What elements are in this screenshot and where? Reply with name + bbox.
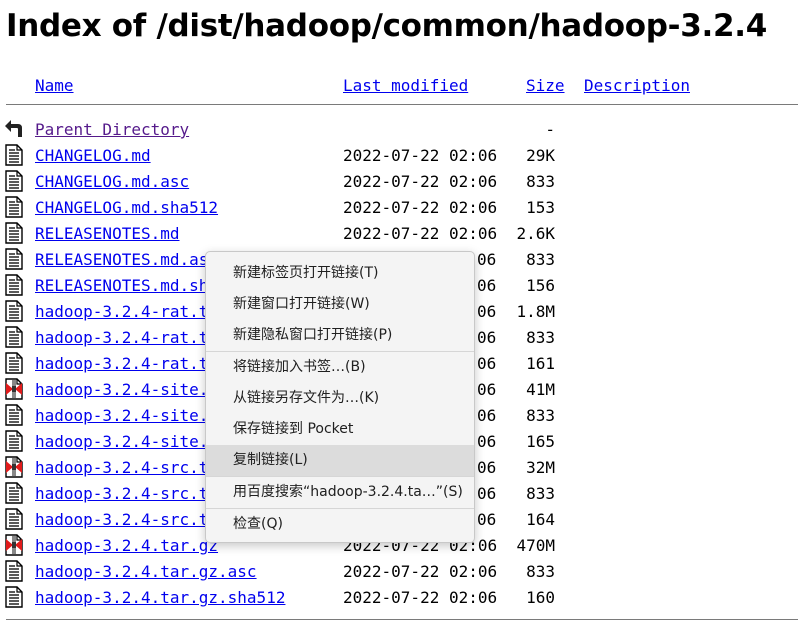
file-link[interactable]: CHANGELOG.md.asc [35, 172, 189, 191]
menu-open-in-new-window[interactable]: 新建窗口打开链接(W) [206, 289, 474, 320]
file-link[interactable]: hadoop-3.2.4.tar.gz.asc [35, 562, 257, 581]
file-size: - [545, 120, 555, 139]
compressed-file-icon[interactable] [4, 378, 24, 400]
text-file-icon[interactable] [4, 170, 24, 192]
file-size: 153 [526, 198, 555, 217]
compressed-file-icon[interactable] [4, 534, 24, 556]
file-row: RELEASENOTES.md 2022-07-22 02:06 2.6K [0, 221, 798, 247]
column-header-description[interactable]: Description [584, 76, 690, 95]
last-modified: 2022-07-22 02:06 [343, 224, 498, 243]
file-row: CHANGELOG.md.asc 2022-07-22 02:06 833 [0, 169, 798, 195]
file-size: 161 [526, 354, 555, 373]
file-size: 164 [526, 510, 555, 529]
parent-directory-link[interactable]: Parent Directory [35, 120, 189, 139]
file-link[interactable]: RELEASENOTES.md.as [35, 250, 208, 269]
text-file-icon[interactable] [4, 222, 24, 244]
file-link[interactable]: hadoop-3.2.4-src.t [35, 458, 208, 477]
menu-save-link-to-pocket[interactable]: 保存链接到 Pocket [206, 414, 474, 445]
last-modified: 06 [477, 250, 497, 269]
page-title: Index of /dist/hadoop/common/hadoop-3.2.… [6, 8, 767, 44]
text-file-icon[interactable] [4, 248, 24, 270]
file-size: 833 [526, 172, 555, 191]
file-link[interactable]: hadoop-3.2.4.tar.gz [35, 536, 218, 555]
text-file-icon[interactable] [4, 586, 24, 608]
back-icon[interactable] [4, 118, 24, 140]
file-link[interactable]: hadoop-3.2.4.tar.gz.sha512 [35, 588, 285, 607]
menu-open-in-private-window[interactable]: 新建隐私窗口打开链接(P) [206, 320, 474, 351]
file-row: CHANGELOG.md.sha512 2022-07-22 02:06 153 [0, 195, 798, 221]
last-modified: 2022-07-22 02:06 [343, 588, 498, 607]
file-size: 29K [526, 146, 555, 165]
file-link[interactable]: hadoop-3.2.4-rat.t [35, 328, 208, 347]
last-modified: 06 [477, 510, 497, 529]
menu-save-link-as[interactable]: 从链接另存文件为…(K) [206, 383, 474, 414]
column-header-name[interactable]: Name [35, 76, 74, 95]
last-modified: 2022-07-22 02:06 [343, 198, 498, 217]
file-size: 156 [526, 276, 555, 295]
file-link[interactable]: hadoop-3.2.4-site. [35, 432, 208, 451]
file-row: CHANGELOG.md 2022-07-22 02:06 29K [0, 143, 798, 169]
last-modified: 06 [477, 458, 497, 477]
file-link[interactable]: hadoop-3.2.4-src.t [35, 510, 208, 529]
parent-directory-row: Parent Directory - [0, 117, 798, 143]
footer-divider [6, 619, 798, 620]
file-row: hadoop-3.2.4.tar.gz.asc 2022-07-22 02:06 8… [0, 559, 798, 585]
file-row: hadoop-3.2.4.tar.gz.sha512 2022-07-22 02:… [0, 585, 798, 611]
text-file-icon[interactable] [4, 404, 24, 426]
file-size: 41M [526, 380, 555, 399]
file-link[interactable]: CHANGELOG.md.sha512 [35, 198, 218, 217]
file-link[interactable]: hadoop-3.2.4-src.t [35, 484, 208, 503]
last-modified: 2022-07-22 02:06 [343, 146, 498, 165]
last-modified: 06 [477, 484, 497, 503]
column-header-last-modified[interactable]: Last modified [343, 76, 468, 95]
text-file-icon[interactable] [4, 560, 24, 582]
last-modified: 2022-07-22 02:06 [343, 562, 498, 581]
last-modified: 06 [477, 432, 497, 451]
last-modified: 2022-07-22 02:06 [343, 172, 498, 191]
menu-open-in-new-tab[interactable]: 新建标签页打开链接(T) [206, 258, 474, 289]
last-modified: 06 [477, 276, 497, 295]
file-size: 833 [526, 562, 555, 581]
file-size: 1.8M [516, 302, 555, 321]
file-size: 160 [526, 588, 555, 607]
text-file-icon[interactable] [4, 300, 24, 322]
text-file-icon[interactable] [4, 144, 24, 166]
file-size: 32M [526, 458, 555, 477]
text-file-icon[interactable] [4, 326, 24, 348]
file-link[interactable]: hadoop-3.2.4-rat.t [35, 302, 208, 321]
text-file-icon[interactable] [4, 274, 24, 296]
file-size: 470M [516, 536, 555, 555]
header-divider [6, 104, 798, 105]
file-link[interactable]: hadoop-3.2.4-rat.t [35, 354, 208, 373]
menu-copy-link[interactable]: 复制链接(L) [206, 445, 474, 476]
text-file-icon[interactable] [4, 352, 24, 374]
file-size: 2.6K [516, 224, 555, 243]
menu-inspect[interactable]: 检查(Q) [206, 509, 474, 540]
column-header-size[interactable]: Size [526, 76, 565, 95]
file-link[interactable]: RELEASENOTES.md.sh [35, 276, 208, 295]
file-size: 833 [526, 328, 555, 347]
file-size: 833 [526, 406, 555, 425]
last-modified: 06 [477, 354, 497, 373]
compressed-file-icon[interactable] [4, 456, 24, 478]
file-link[interactable]: hadoop-3.2.4-site. [35, 406, 208, 425]
last-modified: 06 [477, 328, 497, 347]
menu-search-baidu[interactable]: 用百度搜索“hadoop-3.2.4.ta…”(S) [206, 477, 474, 508]
last-modified: 06 [477, 380, 497, 399]
file-size: 833 [526, 484, 555, 503]
file-size: 165 [526, 432, 555, 451]
last-modified: 06 [477, 302, 497, 321]
text-file-icon[interactable] [4, 430, 24, 452]
file-link[interactable]: RELEASENOTES.md [35, 224, 180, 243]
file-link[interactable]: CHANGELOG.md [35, 146, 151, 165]
text-file-icon[interactable] [4, 196, 24, 218]
text-file-icon[interactable] [4, 482, 24, 504]
file-size: 833 [526, 250, 555, 269]
menu-bookmark-link[interactable]: 将链接加入书签…(B) [206, 352, 474, 383]
text-file-icon[interactable] [4, 508, 24, 530]
context-menu: 新建标签页打开链接(T) 新建窗口打开链接(W) 新建隐私窗口打开链接(P) 将… [205, 251, 475, 543]
last-modified: 06 [477, 406, 497, 425]
file-link[interactable]: hadoop-3.2.4-site. [35, 380, 208, 399]
